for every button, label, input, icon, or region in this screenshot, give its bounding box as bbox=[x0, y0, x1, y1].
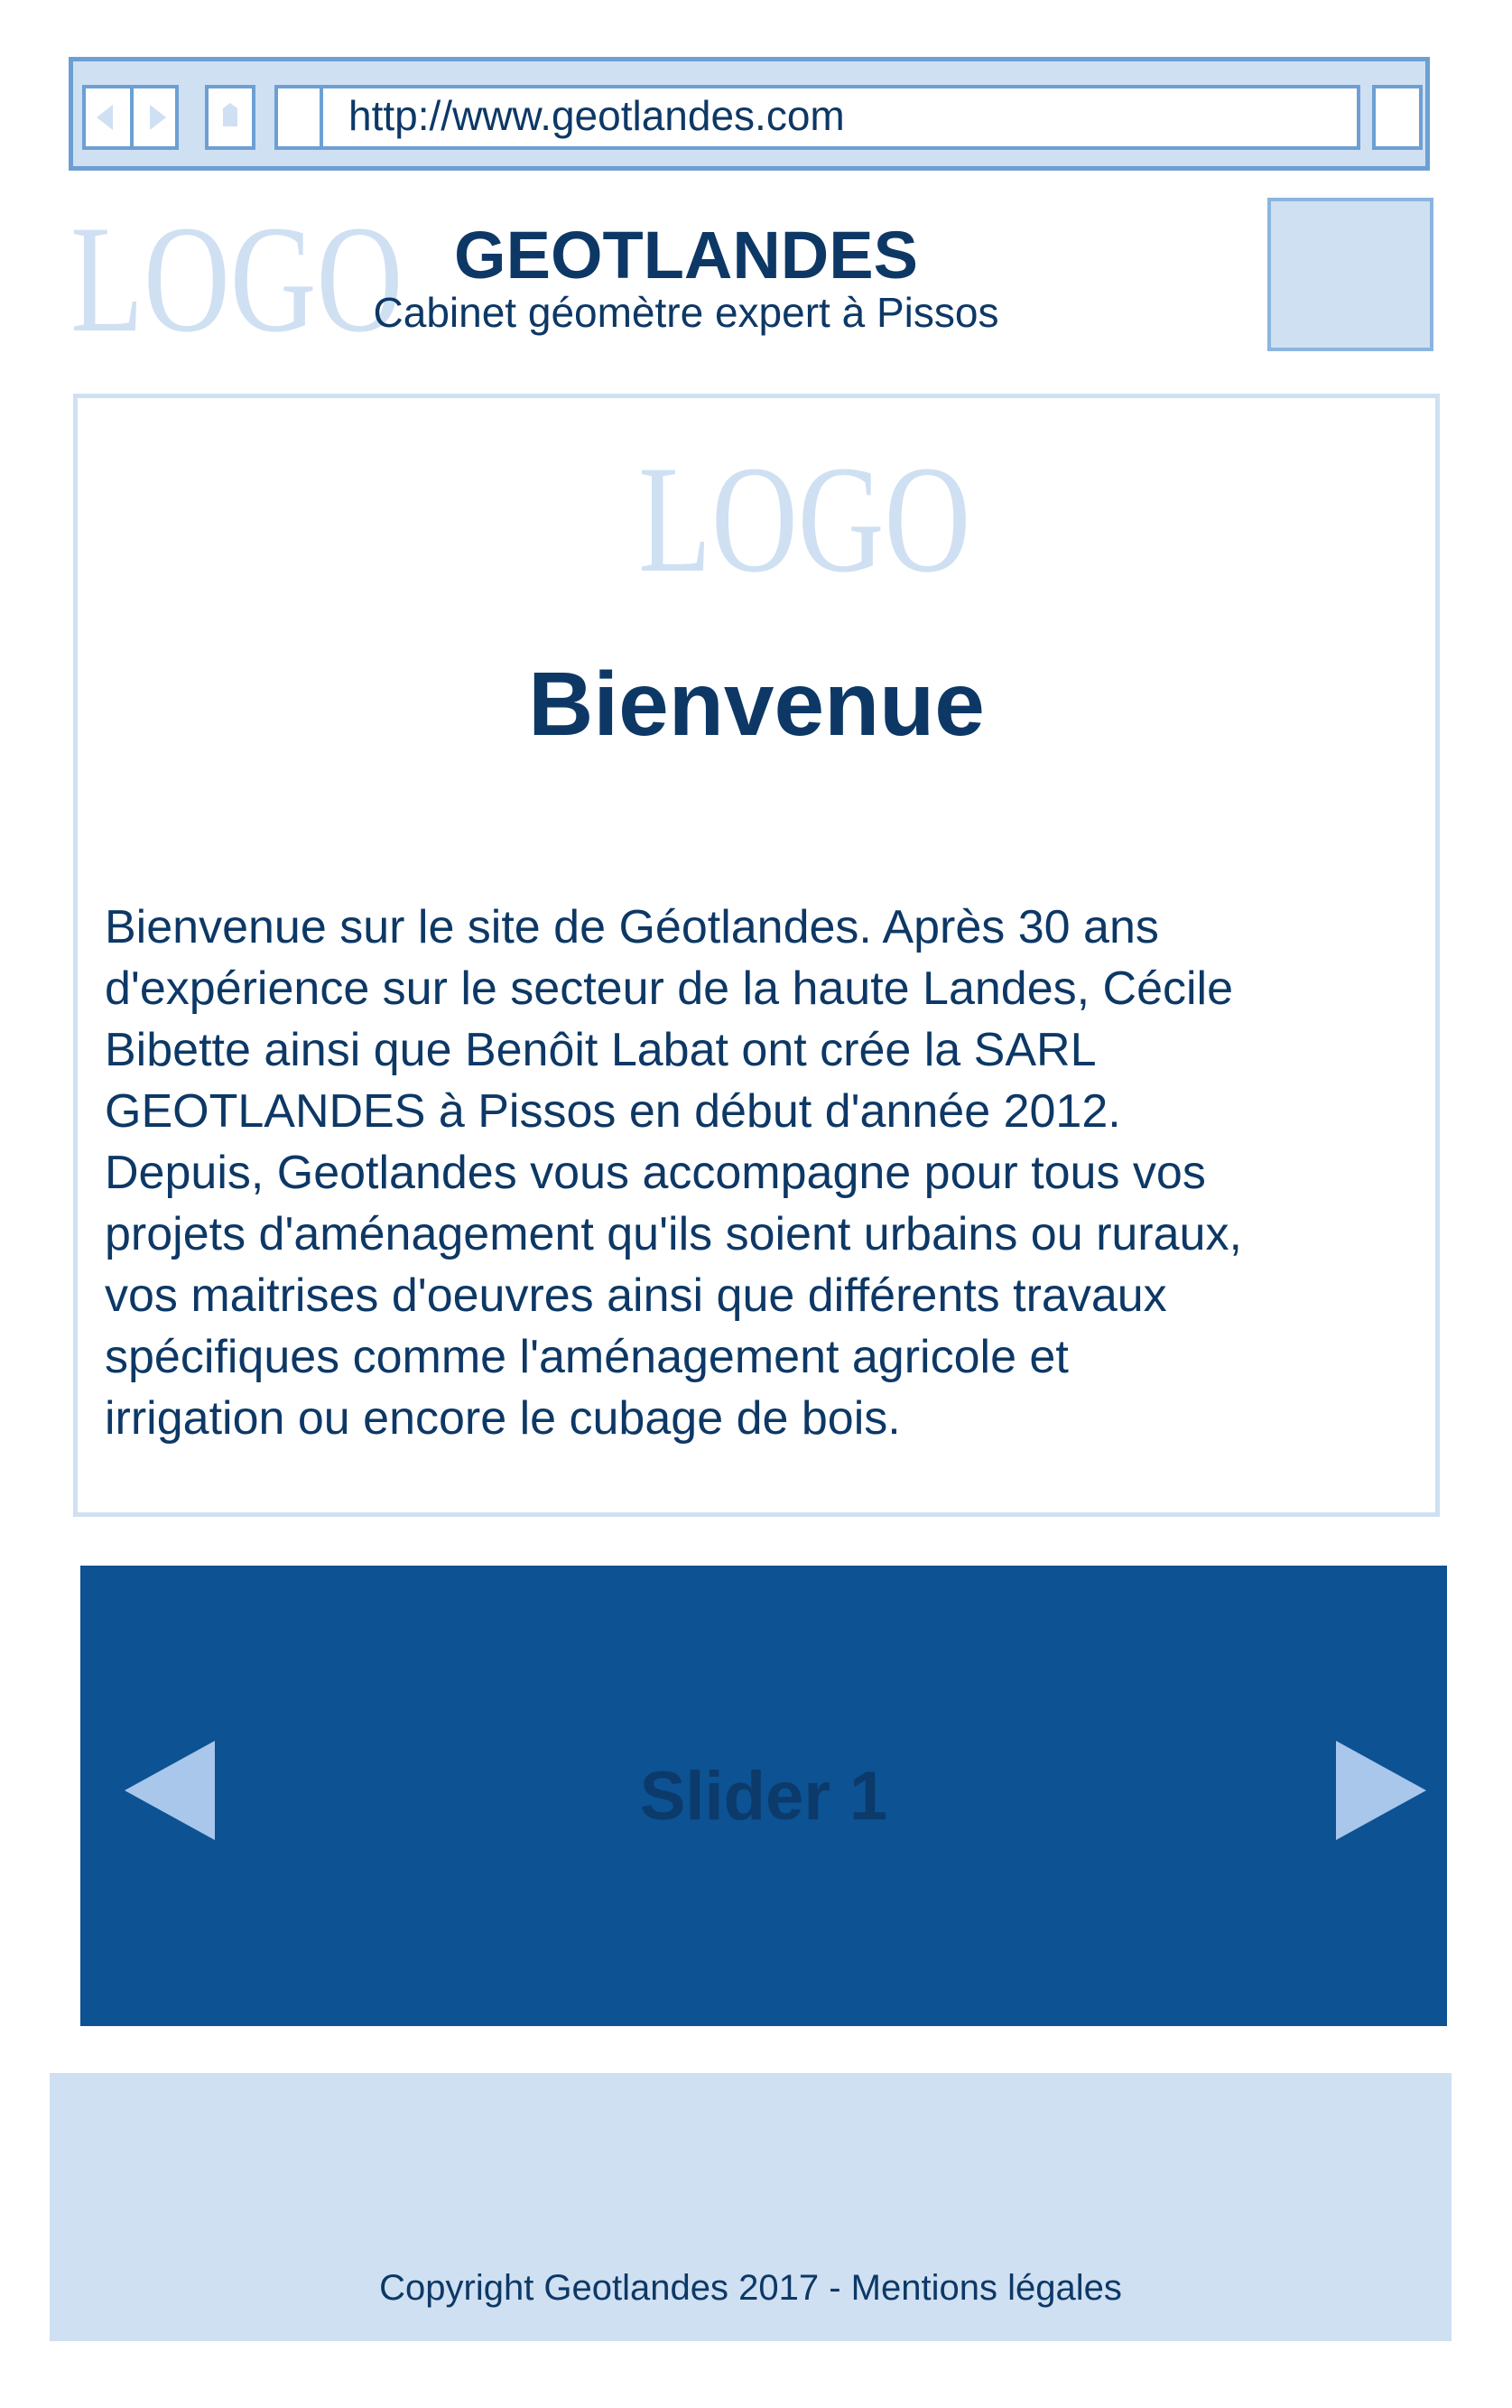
slider-next-icon[interactable] bbox=[1336, 1741, 1426, 1840]
welcome-text-line: Bienvenue sur le site de Géotlandes. Apr… bbox=[105, 901, 1159, 953]
footer-text: Copyright Geotlandes 2017 - Mentions lég… bbox=[50, 2265, 1452, 2310]
forward-arrow-icon[interactable] bbox=[134, 88, 179, 146]
legal-notice-link[interactable]: Mentions légales bbox=[851, 2268, 1122, 2308]
home-button[interactable] bbox=[205, 85, 255, 150]
nav-buttons bbox=[82, 85, 179, 150]
welcome-text-line: vos maitrises d'oeuvres ainsi que différ… bbox=[105, 1269, 1167, 1322]
welcome-logo: LOGO bbox=[638, 434, 971, 604]
welcome-text: Bienvenue sur le site de Géotlandes. Apr… bbox=[105, 897, 1423, 1449]
url-input[interactable]: http://www.geotlandes.com bbox=[320, 85, 1360, 150]
welcome-text-line: spécifiques comme l'aménagement agricole… bbox=[105, 1331, 1069, 1383]
welcome-text-line: GEOTLANDES à Pissos en début d'année 201… bbox=[105, 1085, 1121, 1138]
welcome-text-line: projets d'aménagement qu'ils soient urba… bbox=[105, 1208, 1242, 1260]
header-image-placeholder bbox=[1267, 198, 1433, 351]
welcome-text-line: d'expérience sur le secteur de la haute … bbox=[105, 962, 1234, 1015]
site-title: GEOTLANDES bbox=[454, 218, 918, 293]
welcome-title: Bienvenue bbox=[528, 654, 985, 755]
copyright-text: Copyright Geotlandes 2017 - bbox=[379, 2268, 851, 2308]
welcome-text-line: irrigation ou encore le cubage de bois. bbox=[105, 1392, 901, 1445]
home-icon bbox=[223, 103, 237, 126]
slider-label: Slider 1 bbox=[639, 1758, 888, 1835]
browser-menu-button[interactable] bbox=[1372, 85, 1423, 150]
welcome-text-line: Depuis, Geotlandes vous accompagne pour … bbox=[105, 1147, 1206, 1199]
welcome-text-line: Bibette ainsi que Benôit Labat ont crée … bbox=[105, 1024, 1097, 1076]
site-subtitle: Cabinet géomètre expert à Pissos bbox=[373, 289, 999, 336]
back-arrow-icon[interactable] bbox=[86, 88, 130, 146]
